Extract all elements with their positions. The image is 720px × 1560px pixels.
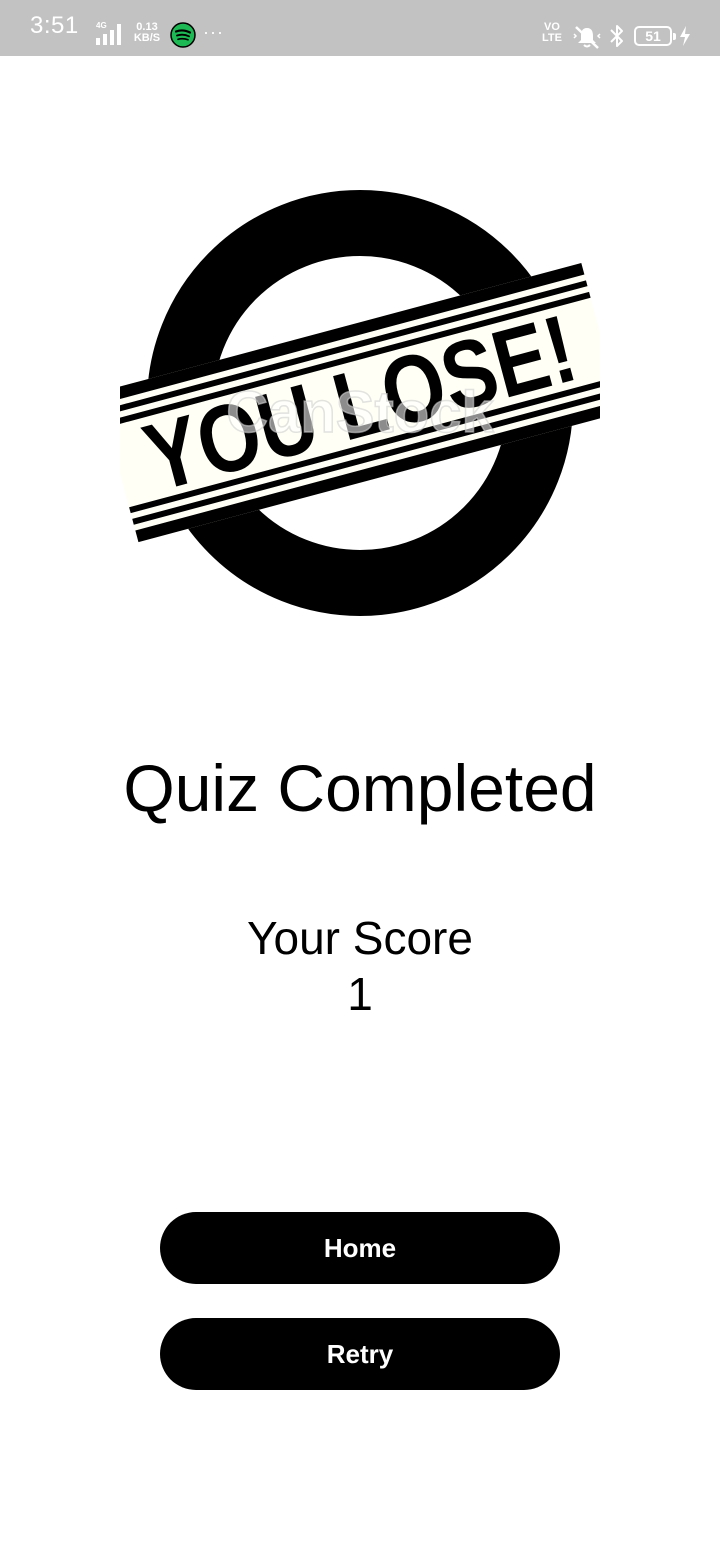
bluetooth-icon <box>610 25 623 47</box>
watermark: CanStock <box>226 380 494 445</box>
more-notifications-icon: ··· <box>203 22 224 42</box>
vibrate-mute-icon <box>573 26 601 49</box>
charging-icon <box>680 26 690 46</box>
home-button[interactable]: Home <box>160 1212 560 1284</box>
score-value: 1 <box>347 968 373 1020</box>
battery-icon: 51 <box>634 26 676 46</box>
spotify-icon <box>170 22 196 48</box>
signal-icon: 4G <box>96 21 121 45</box>
network-type: 4G <box>96 21 107 30</box>
score-label: Your Score <box>247 912 473 964</box>
quiz-result-screen: 3:51 4G 0.13 KB/S ··· VO LTE 51 YOU LOSE… <box>0 0 720 1560</box>
you-lose-image: YOU LOSE! CanStock <box>120 190 600 616</box>
volte-bottom: LTE <box>542 32 562 44</box>
status-bar: 3:51 4G 0.13 KB/S ··· VO LTE 51 <box>0 0 720 56</box>
network-speed: 0.13 KB/S <box>132 22 162 44</box>
status-time: 3:51 <box>30 12 79 39</box>
quiz-completed-title: Quiz Completed <box>123 751 597 825</box>
volte-indicator: VO LTE <box>540 22 564 44</box>
speed-unit: KB/S <box>133 32 161 44</box>
retry-button[interactable]: Retry <box>160 1318 560 1390</box>
